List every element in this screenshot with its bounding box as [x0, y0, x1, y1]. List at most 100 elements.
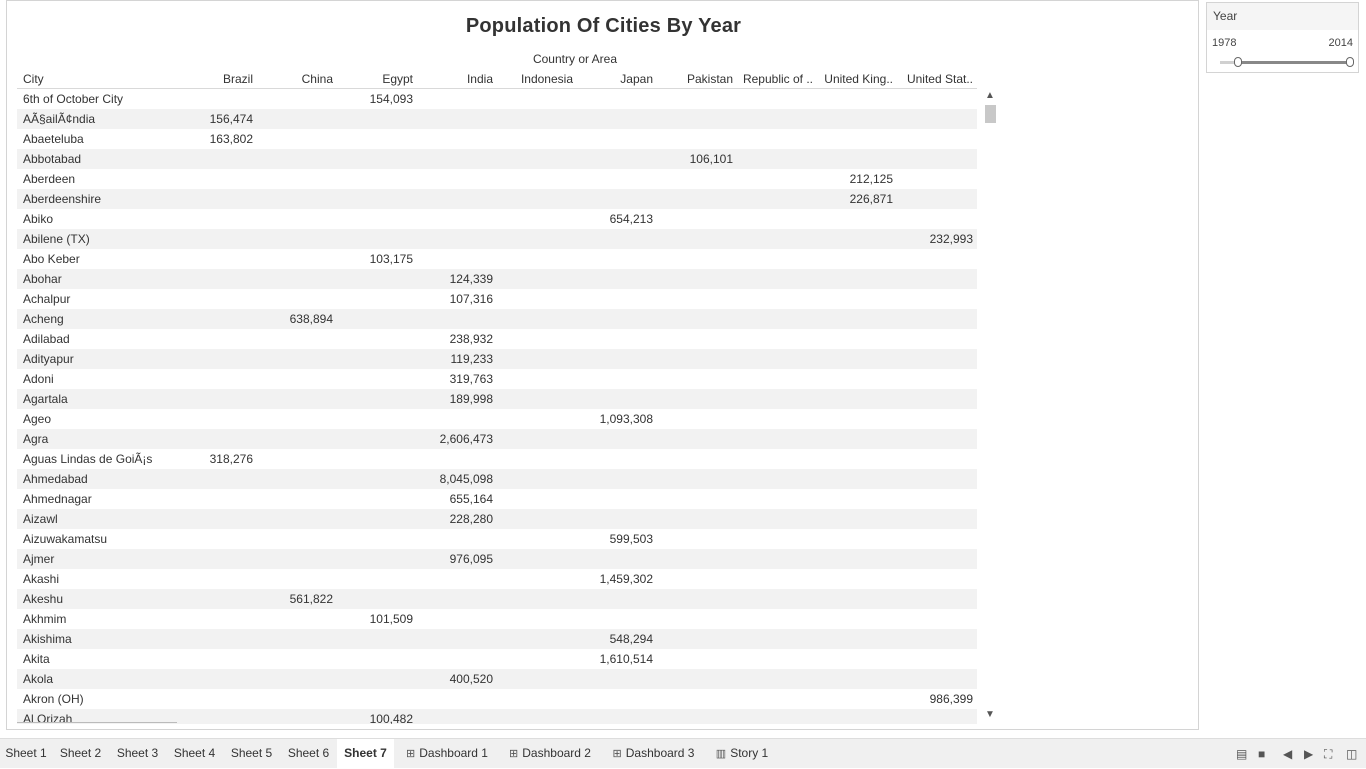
table-row[interactable]: Akeshu 561,822	[17, 589, 977, 609]
column-header[interactable]: Egypt	[335, 72, 413, 86]
city-cell: Agartala	[23, 392, 68, 406]
next-icon[interactable]: ▶	[1304, 747, 1313, 761]
column-header[interactable]: United King..	[815, 72, 893, 86]
presentation-icon[interactable]: ◫	[1346, 747, 1357, 761]
city-cell: Achalpur	[23, 292, 71, 306]
column-header[interactable]: Japan	[575, 72, 653, 86]
sheet-tab[interactable]: Sheet 6	[280, 739, 337, 768]
table-row[interactable]: Agra 2,606,473	[17, 429, 977, 449]
table-row[interactable]: Abo Keber 103,175	[17, 249, 977, 269]
row-header-city[interactable]: City	[23, 72, 123, 86]
city-cell: Akhmim	[23, 612, 67, 626]
dashboard-icon: ⊞	[406, 748, 416, 760]
table-row[interactable]: Akishima 548,294	[17, 629, 977, 649]
row-header-divider	[17, 722, 177, 723]
population-cell: 976,095	[449, 552, 493, 566]
column-group-header[interactable]: Country or Area	[505, 52, 645, 66]
table-row[interactable]: Ageo 1,093,308	[17, 409, 977, 429]
population-cell: 189,998	[449, 392, 493, 406]
sheet-tab[interactable]: Sheet 3	[109, 739, 166, 768]
column-header[interactable]: India	[415, 72, 493, 86]
table-row[interactable]: Ahmednagar 655,164	[17, 489, 977, 509]
table-row[interactable]: Akhmim 101,509	[17, 609, 977, 629]
table-row[interactable]: Abohar 124,339	[17, 269, 977, 289]
city-cell: Akeshu	[23, 592, 64, 606]
city-cell: Akron (OH)	[23, 692, 84, 706]
city-cell: Aberdeen	[23, 172, 76, 186]
sheet-tab-label: Sheet 5	[230, 746, 273, 760]
sheet-tab[interactable]: Sheet 1	[0, 739, 52, 768]
city-cell: Abilene (TX)	[23, 232, 90, 246]
sheet-tab[interactable]: ▥ Story 1	[706, 739, 778, 768]
fullscreen-icon[interactable]: ⛶	[1324, 747, 1332, 762]
slider-low-handle[interactable]	[1234, 57, 1243, 67]
slider-range-fill	[1238, 61, 1350, 64]
table-row[interactable]: Ajmer 976,095	[17, 549, 977, 569]
population-cell: 107,316	[449, 292, 493, 306]
table-row[interactable]: Ahmedabad 8,045,098	[17, 469, 977, 489]
sheet-tab[interactable]: ⊞ Dashboard 3	[601, 739, 706, 768]
table-row[interactable]: Akita 1,610,514	[17, 649, 977, 669]
crosstab-body: 6th of October City 154,093 AÃ§ailÃ¢ndia 15…	[17, 89, 977, 724]
table-row[interactable]: Aizawl 228,280	[17, 509, 977, 529]
table-row[interactable]: Achalpur 107,316	[17, 289, 977, 309]
table-row[interactable]: Agartala 189,998	[17, 389, 977, 409]
sheet-tab-label: Sheet 7	[344, 746, 387, 760]
table-row[interactable]: Adityapur 119,233	[17, 349, 977, 369]
show-tabs-icon[interactable]: ■	[1258, 747, 1265, 761]
show-filmstrip-icon[interactable]: ▤	[1236, 747, 1247, 761]
table-row[interactable]: 6th of October City 154,093	[17, 89, 977, 109]
table-row[interactable]: Abaeteluba 163,802	[17, 129, 977, 149]
column-header[interactable]: United Stat..	[895, 72, 973, 86]
sheet-tab-label: Sheet 3	[116, 746, 159, 760]
table-row[interactable]: Abiko 654,213	[17, 209, 977, 229]
dashboard-icon: ⊞	[509, 748, 519, 760]
population-cell: 106,101	[689, 152, 733, 166]
column-header[interactable]: Indonesia	[495, 72, 573, 86]
previous-icon[interactable]: ◀	[1283, 747, 1292, 761]
table-row[interactable]: Akron (OH) 986,399	[17, 689, 977, 709]
table-row[interactable]: Aberdeen 212,125	[17, 169, 977, 189]
table-row[interactable]: AÃ§ailÃ¢ndia 156,474	[17, 109, 977, 129]
table-row[interactable]: Akola 400,520	[17, 669, 977, 689]
table-row[interactable]: Aberdeenshire 226,871	[17, 189, 977, 209]
scroll-up-icon[interactable]: ▲	[982, 89, 998, 103]
sheet-tab[interactable]: Sheet 5	[223, 739, 280, 768]
city-cell: Aguas Lindas de GoiÃ¡s	[23, 452, 153, 466]
population-cell: 654,213	[609, 212, 653, 226]
population-cell: 2,606,473	[439, 432, 493, 446]
city-cell: Aberdeenshire	[23, 192, 102, 206]
population-cell: 319,763	[449, 372, 493, 386]
vertical-scrollbar[interactable]: ▲ ▼	[982, 89, 998, 722]
column-header[interactable]: Brazil	[175, 72, 253, 86]
sheet-tab[interactable]: ⊞ Dashboard 1	[396, 739, 498, 768]
sheet-tab[interactable]: Sheet 4	[166, 739, 223, 768]
table-row[interactable]: Acheng 638,894	[17, 309, 977, 329]
sheet-tab-label: Dashboard 2	[522, 746, 591, 760]
slider-high-handle[interactable]	[1346, 57, 1354, 67]
worksheet-view: Population Of Cities By Year Country or …	[6, 0, 1199, 730]
table-row[interactable]: Akashi 1,459,302	[17, 569, 977, 589]
sheet-tab[interactable]: Sheet 2	[52, 739, 109, 768]
column-header[interactable]: China	[255, 72, 333, 86]
population-cell: 124,339	[449, 272, 493, 286]
population-cell: 986,399	[929, 692, 973, 706]
table-row[interactable]: Abbotabad 106,101	[17, 149, 977, 169]
city-cell: Aizuwakamatsu	[23, 532, 108, 546]
city-cell: AÃ§ailÃ¢ndia	[23, 112, 96, 126]
table-row[interactable]: Abilene (TX) 232,993	[17, 229, 977, 249]
table-row[interactable]: Adilabad 238,932	[17, 329, 977, 349]
worksheet-title: Population Of Cities By Year	[465, 15, 742, 37]
column-header[interactable]: Republic of ..	[735, 72, 813, 86]
column-header[interactable]: Pakistan	[655, 72, 733, 86]
filter-title: Year	[1207, 3, 1358, 30]
sheet-tab[interactable]: Sheet 7	[337, 739, 394, 768]
table-row[interactable]: Aizuwakamatsu 599,503	[17, 529, 977, 549]
sheet-tab[interactable]: ⊞ Dashboard 2	[498, 739, 602, 768]
scroll-down-icon[interactable]: ▼	[982, 708, 998, 722]
city-cell: Ajmer	[23, 552, 55, 566]
population-cell: 1,093,308	[599, 412, 653, 426]
scroll-thumb[interactable]	[985, 105, 996, 123]
table-row[interactable]: Adoni 319,763	[17, 369, 977, 389]
table-row[interactable]: Aguas Lindas de GoiÃ¡s 318,276	[17, 449, 977, 469]
